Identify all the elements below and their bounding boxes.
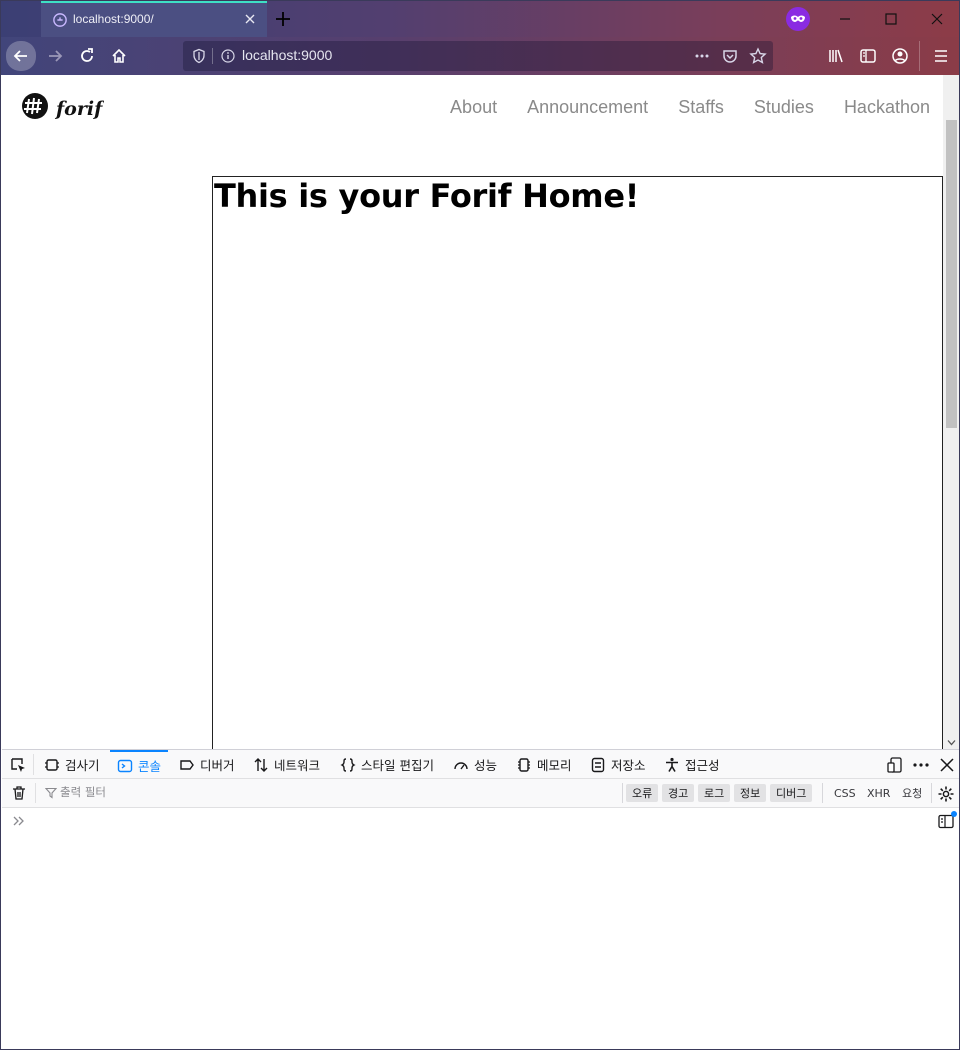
url-text[interactable]: localhost:9000 xyxy=(242,47,332,63)
account-icon[interactable] xyxy=(891,47,909,65)
site-navigation: About Announcement Staffs Studies Hackat… xyxy=(450,97,930,118)
page-scrollbar[interactable] xyxy=(943,75,959,749)
forward-arrow-icon xyxy=(49,50,63,62)
level-debug-button[interactable]: 디버그 xyxy=(770,784,813,802)
back-arrow-icon xyxy=(13,50,27,62)
gatsby-favicon-icon xyxy=(53,13,67,27)
reload-icon xyxy=(81,48,93,62)
tab-storage[interactable]: 저장소 xyxy=(590,750,646,779)
tab-style-editor-label: 스타일 편집기 xyxy=(361,758,434,773)
active-tab[interactable]: localhost:9000/ xyxy=(41,1,267,37)
tab-inspector-label: 검사기 xyxy=(65,758,100,773)
bookmark-star-icon[interactable] xyxy=(749,47,767,65)
filter-requests-button[interactable]: 요청 xyxy=(902,784,922,802)
clear-console-trash-icon[interactable] xyxy=(11,785,27,801)
minimize-icon[interactable] xyxy=(835,9,855,29)
page-heading: This is your Forif Home! xyxy=(214,177,640,215)
filter-xhr-button[interactable]: XHR xyxy=(867,784,890,802)
filter-css-button[interactable]: CSS xyxy=(834,784,856,802)
tab-performance-label: 성능 xyxy=(474,758,498,773)
console-settings-gear-icon[interactable] xyxy=(937,785,955,803)
tab-style-editor[interactable]: 스타일 편집기 xyxy=(340,750,434,779)
tab-network-label: 네트워크 xyxy=(274,758,321,773)
tab-performance[interactable]: 성능 xyxy=(453,750,497,779)
page-viewport: forif About Announcement Staffs Studies … xyxy=(2,75,959,749)
close-window-icon[interactable] xyxy=(927,9,947,29)
scroll-down-arrow-icon[interactable] xyxy=(947,738,956,747)
url-separator xyxy=(212,48,213,64)
nav-hackathon-link[interactable]: Hackathon xyxy=(844,97,930,118)
devtools-divider xyxy=(33,754,34,775)
level-log-button[interactable]: 로그 xyxy=(698,784,731,802)
element-picker-icon[interactable] xyxy=(10,757,26,773)
site-info-icon[interactable] xyxy=(220,48,236,64)
tab-console[interactable]: 콘솔 xyxy=(110,750,169,779)
tab-memory[interactable]: 메모리 xyxy=(516,750,572,779)
tab-bar: localhost:9000/ xyxy=(1,1,959,37)
style-editor-icon xyxy=(340,757,356,772)
scrollbar-thumb[interactable] xyxy=(946,120,957,428)
reload-button[interactable] xyxy=(73,42,101,70)
tab-accessibility[interactable]: 접근성 xyxy=(664,750,720,779)
console-icon xyxy=(117,759,133,772)
forward-button[interactable] xyxy=(41,42,69,70)
inspector-icon xyxy=(45,758,59,771)
close-tab-icon[interactable] xyxy=(243,12,257,26)
tracking-shield-icon[interactable] xyxy=(191,48,207,64)
home-icon xyxy=(112,48,126,63)
tab-console-label: 콘솔 xyxy=(138,759,162,774)
home-button[interactable] xyxy=(105,42,133,70)
toolbar-divider xyxy=(919,41,920,71)
back-button[interactable] xyxy=(6,41,36,71)
extra-filters-divider xyxy=(822,783,823,803)
nav-staffs-link[interactable]: Staffs xyxy=(678,97,724,118)
dock-options-icon[interactable] xyxy=(886,756,904,774)
tab-debugger-label: 디버거 xyxy=(200,758,235,773)
devtools-tab-bar: 검사기 콘솔 디버거 네트워크 스타일 편집기 성능 메모리 저장소 접근성 xyxy=(2,750,959,779)
devtools-panel: 검사기 콘솔 디버거 네트워크 스타일 편집기 성능 메모리 저장소 접근성 출… xyxy=(2,749,959,1049)
memory-icon xyxy=(518,757,530,772)
menu-icon[interactable] xyxy=(932,47,950,65)
url-bar[interactable]: localhost:9000 xyxy=(183,41,773,71)
level-error-button[interactable]: 오류 xyxy=(626,784,659,802)
tab-storage-label: 저장소 xyxy=(611,758,646,773)
performance-icon xyxy=(454,761,468,769)
nav-about-link[interactable]: About xyxy=(450,97,497,118)
library-icon[interactable] xyxy=(827,47,845,65)
tab-network[interactable]: 네트워크 xyxy=(253,750,320,779)
tab-title: localhost:9000/ xyxy=(73,12,154,26)
tab-inspector[interactable]: 검사기 xyxy=(44,750,100,779)
nav-studies-link[interactable]: Studies xyxy=(754,97,814,118)
filter-divider xyxy=(35,783,36,803)
new-tab-icon[interactable] xyxy=(273,9,293,29)
level-info-button[interactable]: 정보 xyxy=(734,784,767,802)
filter-funnel-icon xyxy=(45,787,57,799)
maximize-icon[interactable] xyxy=(881,9,901,29)
private-browsing-icon xyxy=(786,7,810,31)
settings-divider xyxy=(931,783,932,803)
network-icon xyxy=(254,757,268,772)
level-warning-button[interactable]: 경고 xyxy=(662,784,695,802)
notification-dot xyxy=(951,811,957,817)
more-options-icon[interactable] xyxy=(912,756,930,774)
browser-window: localhost:9000/ localhost:9000 forif Abo… xyxy=(0,0,960,1050)
close-devtools-icon[interactable] xyxy=(938,756,956,774)
svg-text:forif: forif xyxy=(54,98,104,120)
levels-divider xyxy=(622,783,623,803)
console-filter-bar: 출력 필터 오류 경고 로그 정보 디버그 CSS XHR 요청 xyxy=(2,779,959,808)
forif-logo-icon[interactable]: forif xyxy=(20,90,104,124)
tab-debugger[interactable]: 디버거 xyxy=(179,750,235,779)
page-actions-icon[interactable] xyxy=(693,47,711,65)
console-filter-input[interactable]: 출력 필터 xyxy=(60,784,106,800)
storage-icon xyxy=(591,757,605,772)
pocket-icon[interactable] xyxy=(721,47,739,65)
accessibility-icon xyxy=(666,757,678,772)
debugger-icon xyxy=(180,759,194,770)
nav-announcement-link[interactable]: Announcement xyxy=(527,97,648,118)
sidebar-toggle-icon[interactable] xyxy=(859,47,877,65)
tab-memory-label: 메모리 xyxy=(537,758,572,773)
main-content: This is your Forif Home! xyxy=(212,176,943,749)
tab-accessibility-label: 접근성 xyxy=(685,758,720,773)
console-prompt-chevron-icon xyxy=(13,816,24,826)
